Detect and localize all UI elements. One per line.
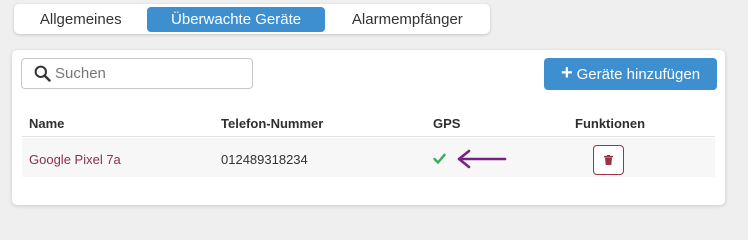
- check-icon: [433, 153, 446, 164]
- search-icon: [33, 65, 51, 83]
- search-box[interactable]: [21, 58, 253, 89]
- column-header-functions: Funktionen: [575, 116, 646, 131]
- plus-icon: +: [560, 62, 573, 84]
- devices-card: + Geräte hinzufügen Name Telefon-Nummer …: [12, 50, 725, 205]
- tab-bar: Allgemeines Überwachte Geräte Alarmempfä…: [14, 4, 490, 34]
- add-devices-label: Geräte hinzufügen: [576, 65, 701, 83]
- header-divider: [22, 136, 715, 137]
- search-input[interactable]: [55, 65, 235, 82]
- column-header-gps: GPS: [433, 116, 461, 131]
- device-phone: 012489318234: [221, 152, 308, 167]
- tab-ueberwachte-geraete[interactable]: Überwachte Geräte: [147, 6, 325, 32]
- delete-device-button[interactable]: [593, 145, 624, 175]
- arrow-left-icon: [457, 149, 507, 169]
- column-header-name: Name: [29, 116, 65, 131]
- device-name-link[interactable]: Google Pixel 7a: [29, 152, 121, 167]
- column-header-phone: Telefon-Nummer: [221, 116, 324, 131]
- tab-allgemeines[interactable]: Allgemeines: [16, 7, 145, 32]
- trash-icon: [604, 155, 613, 165]
- tab-alarmempfaenger[interactable]: Alarmempfänger: [327, 7, 488, 32]
- add-devices-button[interactable]: + Geräte hinzufügen: [544, 58, 717, 90]
